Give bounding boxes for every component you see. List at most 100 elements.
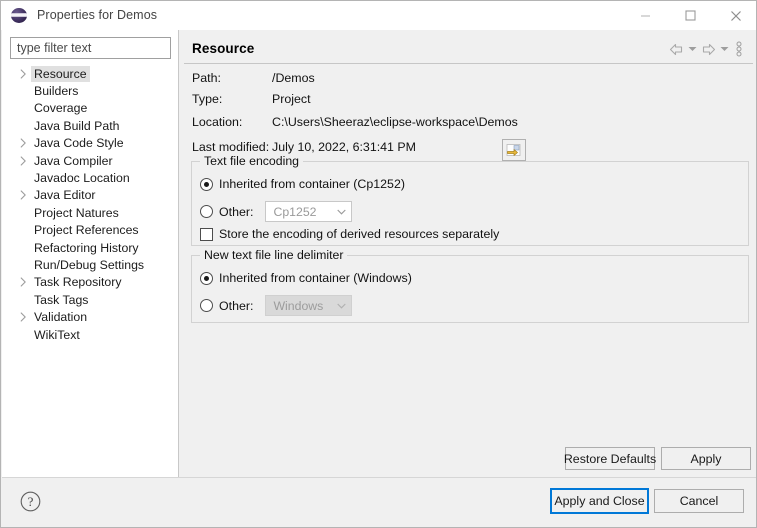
expand-chevron-right-icon[interactable] xyxy=(16,310,30,324)
delimiter-other-radio[interactable] xyxy=(200,299,213,312)
location-browse-button[interactable] xyxy=(502,139,526,161)
more-vertical-icon[interactable] xyxy=(731,39,747,59)
line-delimiter-legend: New text file line delimiter xyxy=(200,248,347,262)
delimiter-other-combobox[interactable]: Windows xyxy=(265,295,352,316)
sidebar-item-task-repository[interactable]: Task Repository xyxy=(2,274,178,291)
sidebar-item-label: Builders xyxy=(31,83,81,99)
dialog-footer: ? Apply and Close Cancel xyxy=(2,478,757,528)
sidebar-item-resource[interactable]: Resource xyxy=(2,65,178,82)
sidebar-item-project-natures[interactable]: Project Natures xyxy=(2,204,178,221)
expand-chevron-right-icon[interactable] xyxy=(16,275,30,289)
folder-link-icon xyxy=(506,143,522,157)
sidebar-item-label: Java Compiler xyxy=(31,153,116,169)
filter-input[interactable] xyxy=(10,37,171,59)
sidebar-item-label: Coverage xyxy=(31,100,90,116)
sidebar-item-validation[interactable]: Validation xyxy=(2,308,178,325)
sidebar-item-label: Java Editor xyxy=(31,187,99,203)
sidebar-item-coverage[interactable]: Coverage xyxy=(2,100,178,117)
expand-chevron-right-icon[interactable] xyxy=(16,188,30,202)
help-circle-icon[interactable]: ? xyxy=(19,490,41,512)
sidebar-item-java-compiler[interactable]: Java Compiler xyxy=(2,152,178,169)
title-bar: Properties for Demos xyxy=(1,1,757,30)
sidebar-item-refactoring-history[interactable]: Refactoring History xyxy=(2,239,178,256)
window-title: Properties for Demos xyxy=(37,8,157,22)
page-title: Resource xyxy=(192,41,254,56)
sidebar-item-label: Java Code Style xyxy=(31,135,127,151)
delimiter-inherited-radio-row[interactable]: Inherited from container (Windows) xyxy=(200,271,412,285)
path-value: /Demos xyxy=(272,71,315,85)
tree-indent-spacer xyxy=(16,258,30,272)
tree-indent-spacer xyxy=(16,293,30,307)
delimiter-other-value: Windows xyxy=(266,299,331,313)
delimiter-inherited-label: Inherited from container (Windows) xyxy=(219,271,412,285)
location-value: C:\Users\Sheeraz\eclipse-workspace\Demos xyxy=(272,115,518,129)
tree-indent-spacer xyxy=(16,241,30,255)
maximize-icon[interactable] xyxy=(668,1,713,30)
expand-chevron-right-icon[interactable] xyxy=(16,67,30,81)
store-derived-checkbox-row[interactable]: Store the encoding of derived resources … xyxy=(200,227,499,241)
svg-text:?: ? xyxy=(27,494,33,509)
sidebar-item-label: WikiText xyxy=(31,327,83,343)
encoding-other-radio[interactable] xyxy=(200,205,213,218)
settings-content-panel: Resource xyxy=(180,30,757,477)
forward-arrow-icon[interactable] xyxy=(699,39,718,59)
back-history-chevron-down-icon[interactable] xyxy=(686,39,699,59)
encoding-inherited-radio-row[interactable]: Inherited from container (Cp1252) xyxy=(200,177,405,191)
apply-button[interactable]: Apply xyxy=(661,447,751,470)
text-file-encoding-legend: Text file encoding xyxy=(200,154,303,168)
tree-indent-spacer xyxy=(16,171,30,185)
sidebar-item-run-debug-settings[interactable]: Run/Debug Settings xyxy=(2,256,178,273)
store-derived-label: Store the encoding of derived resources … xyxy=(219,227,499,241)
type-label: Type: xyxy=(192,92,222,106)
sidebar-item-label: Project References xyxy=(31,222,142,238)
sidebar-item-javadoc-location[interactable]: Javadoc Location xyxy=(2,169,178,186)
close-icon[interactable] xyxy=(713,1,757,30)
expand-chevron-right-icon[interactable] xyxy=(16,136,30,150)
restore-defaults-button[interactable]: Restore Defaults xyxy=(565,447,655,470)
chevron-down-icon xyxy=(331,296,351,315)
sidebar-item-wikitext[interactable]: WikiText xyxy=(2,326,178,343)
encoding-other-radio-row[interactable]: Other: Cp1252 xyxy=(200,201,352,222)
sidebar-item-label: Resource xyxy=(31,66,90,82)
encoding-other-value: Cp1252 xyxy=(266,205,331,219)
properties-dialog-window: Properties for Demos ResourceBuildersCov… xyxy=(0,0,757,528)
text-file-encoding-group: Text file encoding Inherited from contai… xyxy=(191,161,749,246)
minimize-icon[interactable] xyxy=(623,1,668,30)
window-controls xyxy=(623,1,757,30)
title-divider xyxy=(184,63,753,64)
sidebar-item-label: Task Tags xyxy=(31,292,91,308)
sidebar-item-java-build-path[interactable]: Java Build Path xyxy=(2,117,178,134)
encoding-other-combobox[interactable]: Cp1252 xyxy=(265,201,352,222)
eclipse-icon xyxy=(11,7,28,24)
tree-indent-spacer xyxy=(16,206,30,220)
tree-indent-spacer xyxy=(16,223,30,237)
sidebar-item-task-tags[interactable]: Task Tags xyxy=(2,291,178,308)
path-label: Path: xyxy=(192,71,221,85)
type-value: Project xyxy=(272,92,311,106)
sidebar-item-label: Validation xyxy=(31,309,90,325)
encoding-inherited-radio[interactable] xyxy=(200,178,213,191)
tree-indent-spacer xyxy=(16,101,30,115)
store-derived-checkbox[interactable] xyxy=(200,228,213,241)
tree-indent-spacer xyxy=(16,84,30,98)
tree-indent-spacer xyxy=(16,328,30,342)
sidebar-item-project-references[interactable]: Project References xyxy=(2,222,178,239)
sidebar-item-java-code-style[interactable]: Java Code Style xyxy=(2,135,178,152)
forward-history-chevron-down-icon[interactable] xyxy=(718,39,731,59)
sidebar-item-java-editor[interactable]: Java Editor xyxy=(2,187,178,204)
sidebar-item-label: Refactoring History xyxy=(31,240,142,256)
back-arrow-icon[interactable] xyxy=(667,39,686,59)
delimiter-inherited-radio[interactable] xyxy=(200,272,213,285)
sidebar-item-label: Project Natures xyxy=(31,205,122,221)
sidebar-item-builders[interactable]: Builders xyxy=(2,82,178,99)
apply-and-close-button[interactable]: Apply and Close xyxy=(551,489,648,513)
encoding-inherited-label: Inherited from container (Cp1252) xyxy=(219,177,405,191)
cancel-button[interactable]: Cancel xyxy=(654,489,744,513)
last-modified-label: Last modified: xyxy=(192,140,269,154)
expand-chevron-right-icon[interactable] xyxy=(16,154,30,168)
sidebar-item-label: Task Repository xyxy=(31,274,124,290)
delimiter-other-radio-row[interactable]: Other: Windows xyxy=(200,295,352,316)
delimiter-other-label: Other: xyxy=(219,299,253,313)
encoding-other-label: Other: xyxy=(219,205,253,219)
tree-indent-spacer xyxy=(16,119,30,133)
